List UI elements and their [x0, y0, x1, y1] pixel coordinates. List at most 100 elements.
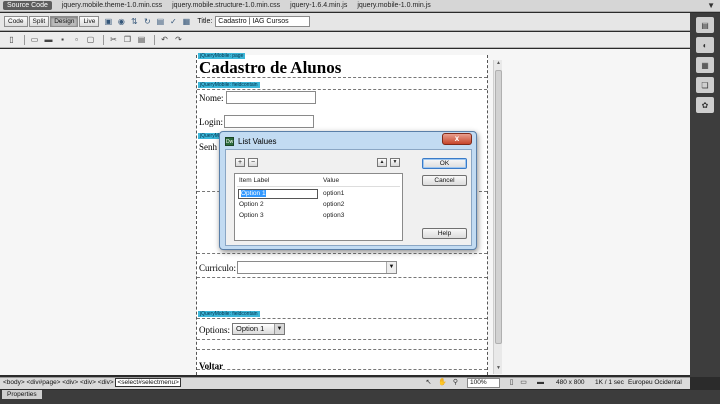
chevron-down-icon: ▼ [386, 262, 396, 273]
tag-crumb[interactable]: <div> [98, 379, 114, 386]
related-file-tab[interactable]: jquery.mobile.structure-1.0.min.css [172, 2, 280, 9]
related-file-tab[interactable]: jquery-1.6.4.min.js [290, 2, 347, 9]
multiscreen-icon[interactable]: ▣ [103, 17, 113, 27]
curriculo-label: Curriculo: [199, 263, 236, 273]
panel-icon-strip: ▤ ◐ ▦ ❏ ✿ [690, 13, 720, 377]
vertical-scrollbar[interactable]: ▲ ▼ [493, 60, 502, 374]
code-view-button[interactable]: Code [4, 16, 28, 27]
options-select[interactable]: Option 1 ▼ [232, 323, 285, 335]
remove-item-button[interactable]: − [248, 158, 258, 167]
ap-elements-icon[interactable]: ▦ [696, 57, 714, 73]
save-all-icon[interactable]: ▫ [71, 34, 82, 45]
related-file-tab[interactable]: jquery.mobile-1.0.min.js [357, 2, 430, 9]
check-browser-icon[interactable]: ▦ [181, 17, 191, 27]
properties-tab[interactable]: Properties [2, 390, 42, 399]
cut-icon[interactable]: ✂ [108, 34, 119, 45]
move-up-button[interactable]: ▲ [377, 158, 387, 167]
assets-panel-icon[interactable]: ✿ [696, 97, 714, 113]
save-icon[interactable]: ▪ [57, 34, 68, 45]
split-view-button[interactable]: Split [28, 16, 50, 27]
visual-aids-icon[interactable]: ▤ [155, 17, 165, 27]
item-label-edit[interactable]: Option 1 [238, 189, 318, 199]
move-down-button[interactable]: ▼ [390, 158, 400, 167]
related-file-tab[interactable]: jquery.mobile.theme-1.0.min.css [62, 2, 162, 9]
new-file-icon[interactable]: ▯ [6, 34, 17, 45]
redo-icon[interactable]: ↷ [173, 34, 184, 45]
item-label[interactable]: Option 3 [239, 212, 264, 219]
separator [103, 34, 104, 45]
tablet-size-icon[interactable]: ▭ [519, 379, 528, 388]
item-label-text: Option 1 [241, 190, 266, 197]
ok-button[interactable]: OK [422, 158, 467, 169]
options-label: Options: [199, 325, 231, 335]
validate-icon[interactable]: ✓ [168, 17, 178, 27]
tag-crumb[interactable]: <div#page> [27, 379, 61, 386]
insert-panel-icon[interactable]: ▤ [696, 17, 714, 33]
browse-bridge-icon[interactable]: ▬ [43, 34, 54, 45]
cancel-button[interactable]: Cancel [422, 175, 467, 186]
login-label: Login: [199, 117, 223, 127]
list-values-dialog: Dw List Values x + − ▲ ▼ Item Label Valu… [219, 131, 477, 250]
column-header-label[interactable]: Item Label [239, 177, 269, 184]
tag-crumb[interactable]: <body> [3, 379, 25, 386]
related-files-bar: Source Code jquery.mobile.theme-1.0.min.… [0, 0, 720, 12]
separator [24, 34, 25, 45]
fieldcontain-tag[interactable]: jQueryMobile: fieldcontain [198, 311, 260, 317]
add-item-button[interactable]: + [235, 158, 245, 167]
tag-crumb[interactable]: <div> [80, 379, 96, 386]
chevron-down-icon: ▼ [274, 324, 284, 334]
values-list[interactable]: Item Label Value Option 1 option1 Option… [234, 173, 403, 241]
zoom-tool-icon[interactable]: ⚲ [451, 379, 460, 388]
scrollbar-thumb[interactable] [495, 70, 502, 344]
column-header-value[interactable]: Value [323, 177, 339, 184]
nome-input[interactable] [226, 91, 316, 104]
refresh-icon[interactable]: ↻ [142, 17, 152, 27]
copy-icon[interactable]: ❐ [122, 34, 133, 45]
paste-icon[interactable]: ▤ [136, 34, 147, 45]
document-toolbar: Code Split Design Live ▣ ◉ ⇅ ↻ ▤ ✓ ▦ Tit… [0, 13, 690, 31]
live-view-button[interactable]: Live [79, 16, 100, 27]
pointer-tool-icon[interactable]: ↖ [424, 379, 433, 388]
undo-icon[interactable]: ↶ [159, 34, 170, 45]
fieldcontain-tag[interactable]: jQueryMobile: fieldcontain [198, 82, 260, 88]
window-dimensions[interactable]: 480 x 800 [556, 379, 585, 386]
scroll-up-icon[interactable]: ▲ [494, 60, 503, 69]
source-code-tab[interactable]: Source Code [3, 1, 52, 10]
print-code-icon[interactable]: ▢ [85, 34, 96, 45]
preview-browser-icon[interactable]: ◉ [116, 17, 126, 27]
item-label[interactable]: Option 2 [239, 201, 264, 208]
files-panel-icon[interactable]: ❏ [696, 77, 714, 93]
zoom-select[interactable]: 100% [467, 378, 500, 388]
status-bar: <body> <div#page> <div> <div> <div> <sel… [0, 377, 690, 389]
design-view-button[interactable]: Design [50, 16, 79, 27]
filter-icon[interactable]: ▼ [707, 1, 715, 10]
divider [197, 339, 487, 340]
desktop-size-icon[interactable]: ▬ [536, 379, 545, 388]
encoding: Europeu Ocidental [628, 379, 682, 386]
hand-tool-icon[interactable]: ✋ [438, 379, 447, 388]
mobile-size-icon[interactable]: ▯ [507, 379, 516, 388]
divider [197, 369, 487, 370]
css-styles-icon[interactable]: ◐ [696, 37, 714, 53]
nome-label: Nome: [199, 93, 224, 103]
divider [197, 89, 487, 90]
open-folder-icon[interactable]: ▭ [29, 34, 40, 45]
close-button[interactable]: x [442, 133, 472, 145]
divider [197, 349, 487, 350]
curriculo-select[interactable]: ▼ [237, 261, 397, 274]
dreamweaver-icon: Dw [225, 137, 234, 146]
divider [197, 277, 487, 278]
help-button[interactable]: Help [422, 228, 467, 239]
tag-crumb[interactable]: <div> [62, 379, 78, 386]
item-value[interactable]: option1 [323, 190, 344, 197]
login-input[interactable] [224, 115, 314, 128]
scroll-down-icon[interactable]: ▼ [494, 365, 503, 374]
divider [197, 318, 487, 319]
title-input[interactable]: Cadastro | IAG Cursos [215, 16, 311, 27]
item-value[interactable]: option3 [323, 212, 344, 219]
dialog-title: List Values [238, 137, 277, 146]
file-management-icon[interactable]: ⇅ [129, 17, 139, 27]
properties-panel-bar: Properties [0, 390, 720, 404]
item-value[interactable]: option2 [323, 201, 344, 208]
tag-crumb-selected[interactable]: <select#selectmenu> [115, 378, 181, 387]
